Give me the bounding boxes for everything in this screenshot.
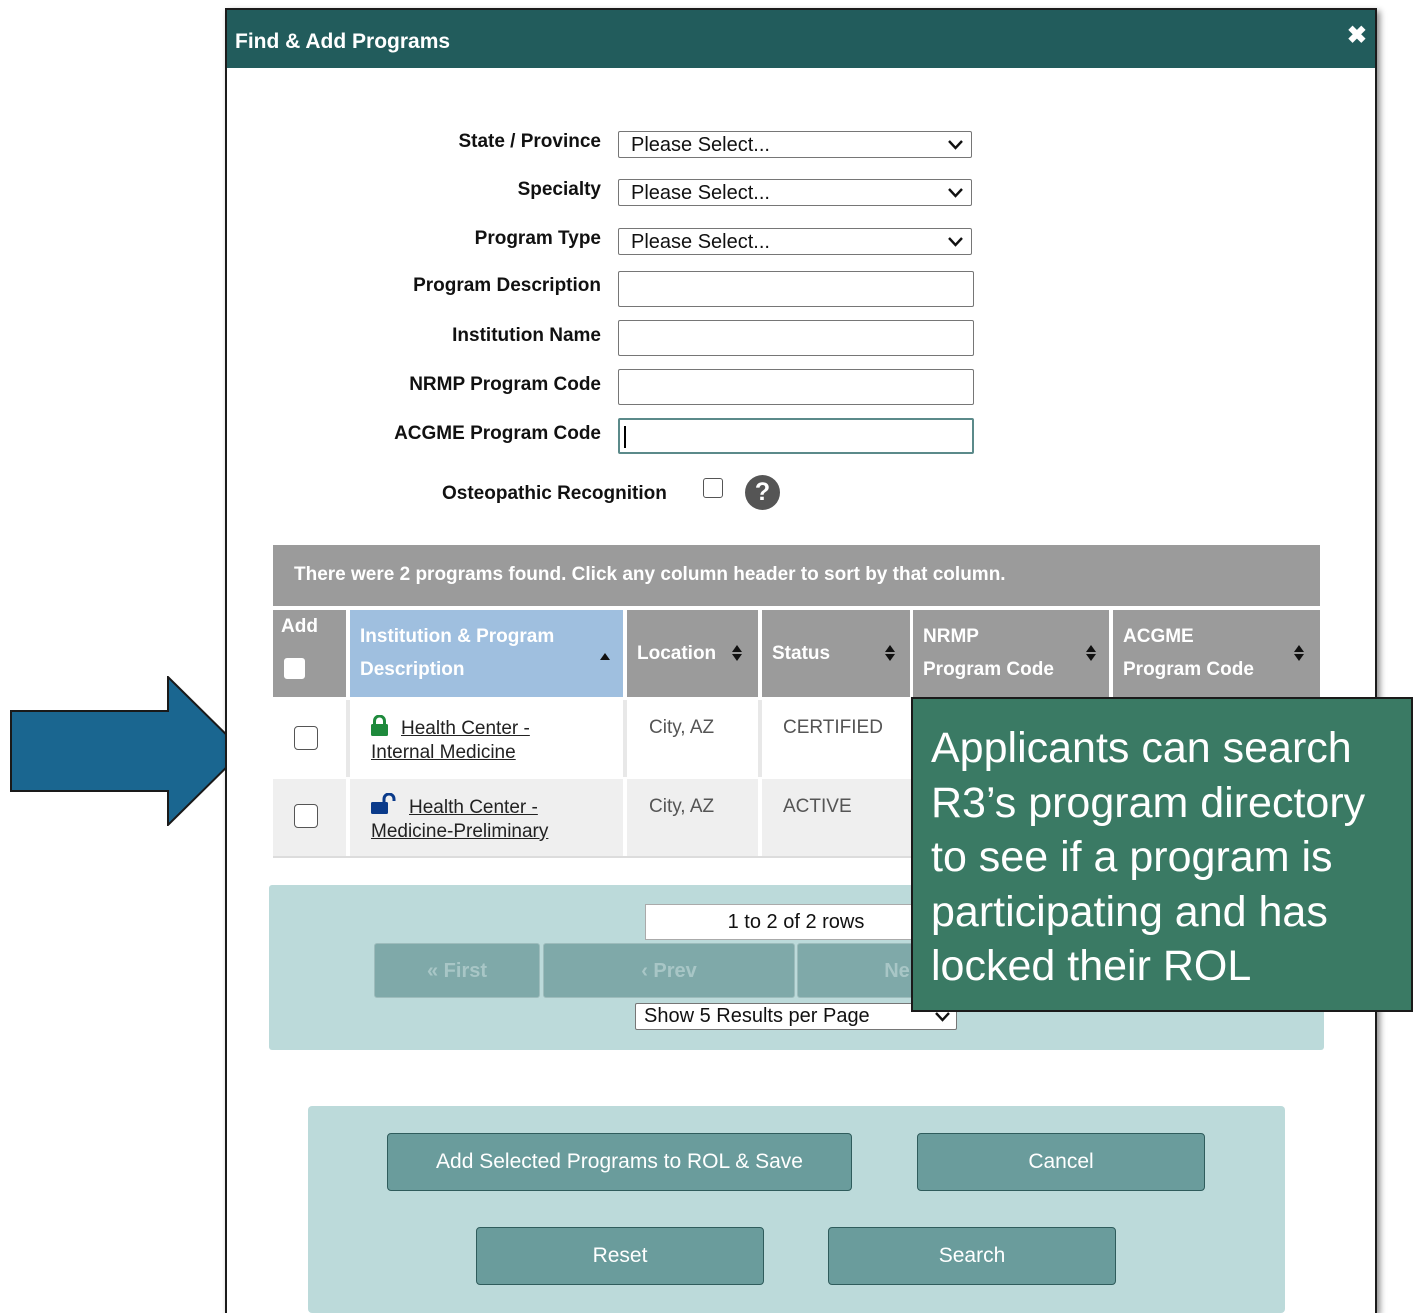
close-icon[interactable]: ✖ (1347, 24, 1367, 48)
column-header-nrmp[interactable]: NRMP Program Code (913, 610, 1109, 697)
nrmp-header-line1: NRMP (923, 626, 979, 647)
rows-info: 1 to 2 of 2 rows (645, 904, 947, 940)
specialty-label: Specialty (517, 179, 601, 200)
row-location: City, AZ (649, 717, 715, 738)
cell-divider (623, 700, 627, 777)
program-name-line1[interactable]: Health Center - (409, 797, 538, 818)
program-link[interactable]: Health Center - Internal Medicine (371, 717, 530, 765)
institution-name-label: Institution Name (452, 325, 601, 346)
first-page-button[interactable]: « First (374, 943, 540, 998)
reset-button[interactable]: Reset (476, 1227, 764, 1285)
column-header-add: Add (273, 610, 346, 697)
cell-divider (623, 779, 627, 856)
program-type-label: Program Type (474, 228, 601, 249)
row-location: City, AZ (649, 796, 715, 817)
row-status: CERTIFIED (783, 717, 883, 738)
add-selected-programs-button[interactable]: Add Selected Programs to ROL & Save (387, 1133, 852, 1191)
cell-divider (346, 779, 350, 856)
column-header-institution[interactable]: Institution & Program Description (350, 610, 623, 697)
callout-line: R3’s program directory (931, 778, 1366, 827)
nrmp-code-input[interactable] (618, 369, 974, 405)
select-all-checkbox[interactable] (284, 658, 305, 679)
text-caret (624, 426, 626, 448)
chevron-down-icon (948, 188, 963, 198)
acgme-header-line1: ACGME (1123, 626, 1194, 647)
program-name-line1[interactable]: Health Center - (401, 718, 530, 739)
help-icon[interactable]: ? (745, 475, 780, 510)
chevron-down-icon (948, 140, 963, 150)
sort-icon (885, 645, 895, 661)
program-link[interactable]: Health Center - Medicine-Preliminary (371, 796, 548, 844)
sort-icon (1086, 645, 1096, 661)
row-add-checkbox[interactable] (294, 726, 318, 750)
add-header-label: Add (281, 616, 318, 637)
cancel-button[interactable]: Cancel (917, 1133, 1205, 1191)
row-add-checkbox[interactable] (294, 804, 318, 828)
program-name-line2[interactable]: Medicine-Preliminary (371, 821, 548, 842)
column-header-acgme[interactable]: ACGME Program Code (1113, 610, 1320, 697)
search-button[interactable]: Search (828, 1227, 1116, 1285)
osteopathic-recognition-label: Osteopathic Recognition (442, 483, 667, 504)
column-header-location[interactable]: Location (627, 610, 758, 697)
actions-panel: Add Selected Programs to ROL & Save Canc… (308, 1106, 1285, 1313)
row-status: ACTIVE (783, 796, 852, 817)
acgme-code-label: ACGME Program Code (394, 423, 601, 444)
acgme-header-line2: Program Code (1123, 659, 1254, 680)
results-per-page-value: Show 5 Results per Page (644, 1005, 870, 1027)
dialog-title-bar: Find & Add Programs ✖ (227, 10, 1375, 68)
institution-header-line2: Description (360, 659, 465, 680)
dialog-title: Find & Add Programs (235, 30, 451, 53)
results-per-page-select[interactable]: Show 5 Results per Page (635, 1003, 957, 1030)
institution-name-input[interactable] (618, 320, 974, 356)
callout-line: Applicants can search (931, 724, 1352, 772)
arrow-right-icon (10, 676, 245, 826)
program-name-line2[interactable]: Internal Medicine (371, 742, 516, 763)
chevron-down-icon (948, 237, 963, 247)
results-summary: There were 2 programs found. Click any c… (273, 545, 1320, 606)
chevron-down-icon (935, 1012, 950, 1022)
callout-line: locked their ROL (931, 942, 1252, 990)
program-description-input[interactable] (618, 271, 974, 307)
sort-ascending-icon (600, 653, 610, 660)
program-description-label: Program Description (413, 275, 601, 296)
program-type-value: Please Select... (631, 231, 770, 253)
callout-line: to see if a program is (931, 833, 1333, 881)
sort-icon (732, 645, 742, 661)
specialty-value: Please Select... (631, 182, 770, 204)
nrmp-code-label: NRMP Program Code (409, 374, 601, 395)
callout-line: participating and has (931, 887, 1328, 936)
osteopathic-recognition-checkbox[interactable] (703, 478, 723, 498)
sort-icon (1294, 645, 1304, 661)
location-header-label: Location (637, 643, 717, 664)
annotation-callout: Applicants can search R3’s program direc… (911, 697, 1413, 1012)
acgme-code-input[interactable] (618, 418, 974, 454)
column-header-status[interactable]: Status (762, 610, 910, 697)
cell-divider (758, 779, 762, 856)
cell-divider (346, 700, 350, 777)
state-province-label: State / Province (458, 131, 601, 152)
cell-divider (758, 700, 762, 777)
institution-header-line1: Institution & Program (360, 626, 555, 647)
nrmp-header-line2: Program Code (923, 659, 1054, 680)
prev-page-button[interactable]: ‹ Prev (543, 943, 795, 998)
state-province-select[interactable]: Please Select... (618, 131, 972, 158)
program-type-select[interactable]: Please Select... (618, 228, 972, 255)
state-province-value: Please Select... (631, 134, 770, 156)
status-header-label: Status (772, 643, 831, 664)
specialty-select[interactable]: Please Select... (618, 179, 972, 206)
find-add-programs-dialog: Find & Add Programs ✖ State / Province P… (225, 8, 1377, 1313)
